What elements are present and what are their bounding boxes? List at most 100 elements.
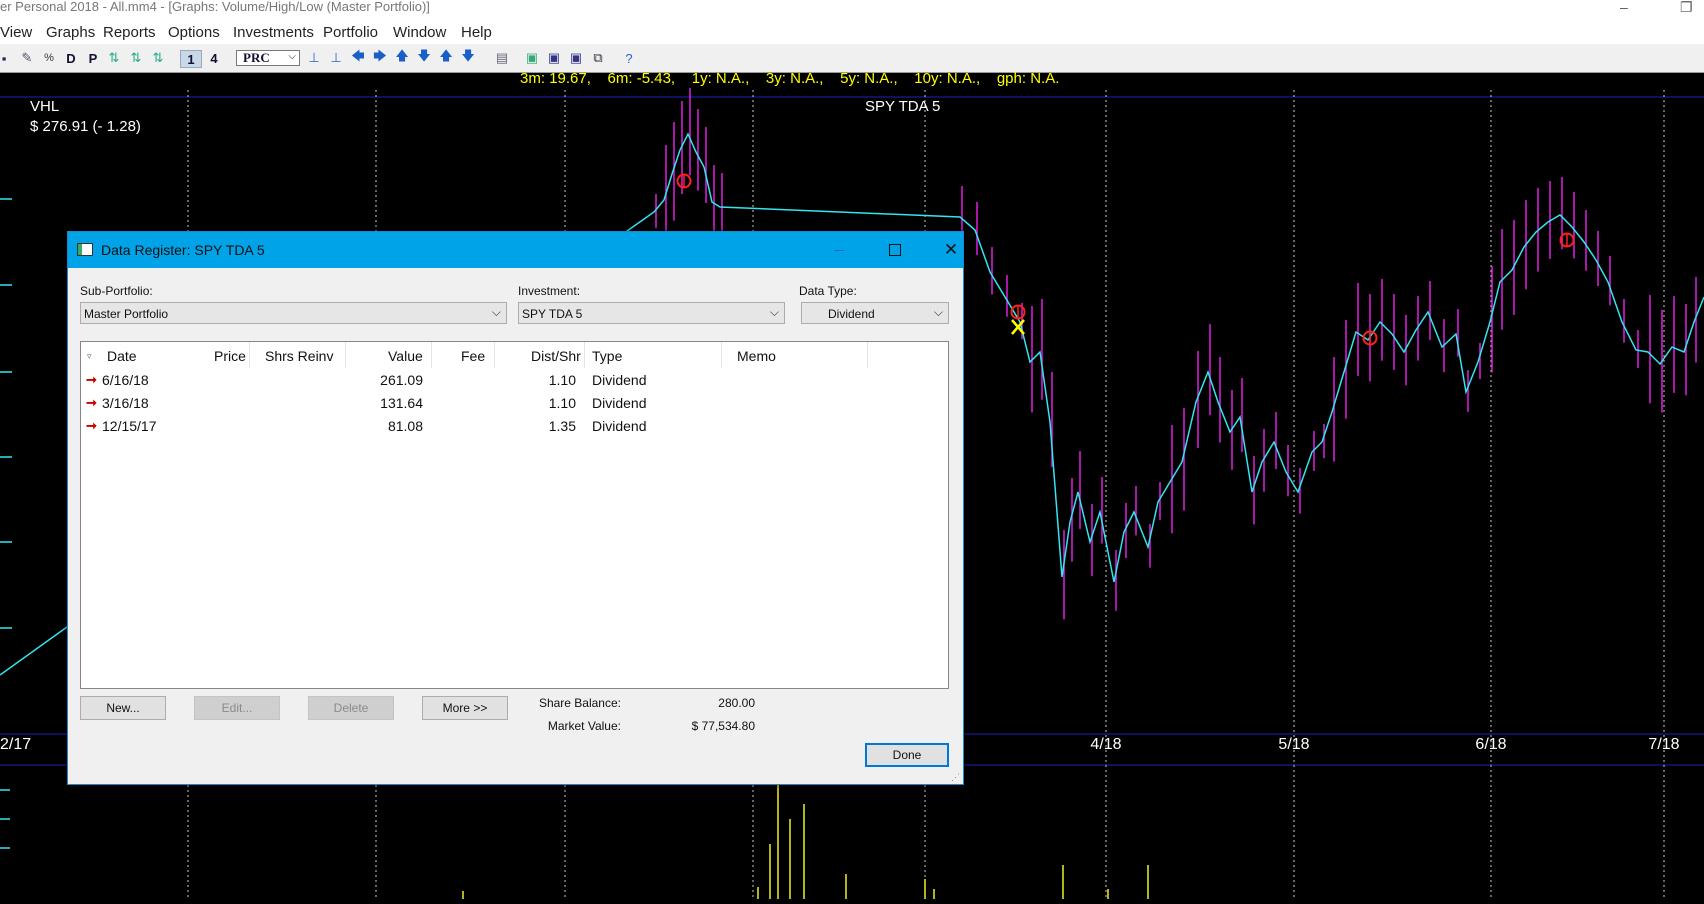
window-icon[interactable]: ▣ <box>546 50 562 66</box>
share-balance-label: Share Balance: <box>538 696 621 710</box>
sub-portfolio-label: Sub-Portfolio: <box>80 284 153 298</box>
chevron-down-icon: ⌵ <box>769 305 779 319</box>
calculator-icon[interactable]: ▤ <box>494 50 510 66</box>
menu-window[interactable]: Window <box>393 24 446 41</box>
menu-portfolio[interactable]: Portfolio <box>323 24 378 41</box>
menu-options[interactable]: Options <box>168 24 220 41</box>
toolbar-1[interactable]: 1 <box>180 50 202 68</box>
prc-combo-value: PRC <box>243 50 270 65</box>
x-axis-label: 4/18 <box>1090 736 1121 753</box>
menu-help[interactable]: Help <box>461 24 492 41</box>
col-type[interactable]: Type <box>592 348 622 364</box>
col-shrs-reinv[interactable]: Shrs Reinv <box>265 348 333 364</box>
delete-button[interactable]: Delete <box>308 696 394 720</box>
price-graph-icon[interactable]: ⇅ <box>106 50 122 66</box>
arrow-right-icon[interactable]: 🡆 <box>372 48 388 66</box>
row-type: Dividend <box>592 395 647 411</box>
row-dist: 1.10 <box>548 395 576 411</box>
arrow-up-icon[interactable]: 🡅 <box>394 48 410 66</box>
prc-combo[interactable]: PRC ⌵ <box>236 50 300 66</box>
app-icon <box>77 243 93 256</box>
copy-icon[interactable]: ⧉ <box>590 50 606 66</box>
arrow-left-icon[interactable]: 🡄 <box>350 48 366 66</box>
row-value: 81.08 <box>387 418 423 434</box>
new-button[interactable]: New... <box>80 696 166 720</box>
toolbar: ▪ ✎ % D P ⇅ ⇅ ⇅ 1 4 PRC ⌵ ⊥ ⊥ 🡄 🡆 🡅 🡇 🡅 … <box>0 44 1704 73</box>
row-type: Dividend <box>592 372 647 388</box>
sub-portfolio-value: Master Portfolio <box>84 307 169 321</box>
maximize-icon[interactable] <box>872 232 918 268</box>
edit-icon[interactable]: ✎ <box>18 50 36 66</box>
row-arrow-icon: ➞ <box>86 372 97 387</box>
menu-view[interactable]: View <box>0 24 32 41</box>
dialog-title: Data Register: SPY TDA 5 <box>101 242 265 258</box>
menu-graphs[interactable]: Graphs <box>46 24 95 41</box>
row-dist: 1.35 <box>548 418 576 434</box>
market-value-value: $ 77,534.80 <box>691 719 755 733</box>
col-date[interactable]: Date <box>107 348 137 364</box>
investment-select[interactable]: SPY TDA 5 ⌵ <box>518 302 785 324</box>
history-graph-icon[interactable]: ⇅ <box>128 50 144 66</box>
toolbar-4[interactable]: 4 <box>206 50 222 66</box>
row-date: 6/16/18 <box>102 372 149 388</box>
chart-price: $ 276.91 (- 1.28) <box>30 118 141 135</box>
chevron-down-icon: ⌵ <box>491 305 501 319</box>
row-date: 12/15/17 <box>102 418 157 434</box>
data-type-select[interactable]: Dividend ⌵ <box>801 302 949 324</box>
axis-scale-icon[interactable]: ⊥ <box>328 50 344 66</box>
row-value: 131.64 <box>380 395 423 411</box>
x-axis-label: 6/18 <box>1475 736 1506 753</box>
investment-value: SPY TDA 5 <box>522 307 583 321</box>
app-title-bar: er Personal 2018 - All.mm4 - [Graphs: Vo… <box>0 0 1704 22</box>
row-dist: 1.10 <box>548 372 576 388</box>
trend-graph-icon[interactable]: ⇅ <box>150 50 166 66</box>
arrow-down-bold-icon[interactable]: 🡇 <box>460 48 476 66</box>
graph-icon[interactable]: ▣ <box>524 50 540 66</box>
more-button[interactable]: More >> <box>422 696 508 720</box>
minimize-icon[interactable] <box>816 232 862 268</box>
col-fee[interactable]: Fee <box>461 348 485 364</box>
chart-title: SPY TDA 5 <box>865 98 941 115</box>
data-type-value: Dividend <box>828 307 875 321</box>
dialog-title-bar[interactable]: Data Register: SPY TDA 5 ✕ <box>68 232 963 268</box>
data-register-dialog: Data Register: SPY TDA 5 ✕ Sub-Portfolio… <box>67 231 964 785</box>
done-button[interactable]: Done <box>865 743 949 767</box>
returns-summary: 3m: 19.67, 6m: -5.43, 1y: N.A., 3y: N.A.… <box>520 70 1060 87</box>
menu-reports[interactable]: Reports <box>103 24 156 41</box>
market-value-label: Market Value: <box>547 719 621 733</box>
arrow-up-bold-icon[interactable]: 🡅 <box>438 48 454 66</box>
investment-label: Investment: <box>518 284 581 298</box>
x-axis-label: 7/18 <box>1648 736 1679 753</box>
row-arrow-icon: ➞ <box>86 418 97 433</box>
close-icon[interactable]: ✕ <box>928 232 974 268</box>
app-title: er Personal 2018 - All.mm4 - [Graphs: Vo… <box>0 0 430 14</box>
sub-portfolio-select[interactable]: Master Portfolio ⌵ <box>80 302 507 324</box>
minimize-icon[interactable]: – <box>1620 0 1628 14</box>
percent-icon[interactable]: % <box>40 50 58 66</box>
row-date: 3/16/18 <box>102 395 149 411</box>
chevron-down-icon: ⌵ <box>933 305 943 319</box>
col-value[interactable]: Value <box>388 348 423 364</box>
chevron-down-icon: ⌵ <box>288 51 296 62</box>
col-dist-shr[interactable]: Dist/Shr <box>531 348 581 364</box>
save-icon[interactable]: ▪ <box>0 50 8 66</box>
menu-investments[interactable]: Investments <box>233 24 314 41</box>
toolbar-d[interactable]: D <box>64 50 78 66</box>
row-type: Dividend <box>592 418 647 434</box>
register-list[interactable]: ▿ Date Price Shrs Reinv Value Fee Dist/S… <box>80 341 949 689</box>
menu-bar: View Graphs Reports Options Investments … <box>0 22 1704 44</box>
toolbar-p[interactable]: P <box>86 50 100 66</box>
resize-grip-icon[interactable]: ⋰ <box>951 772 961 782</box>
volume-bars <box>462 779 1149 899</box>
restore-icon[interactable]: ❐ <box>1680 0 1693 14</box>
col-memo[interactable]: Memo <box>737 348 776 364</box>
edit-button[interactable]: Edit... <box>194 696 280 720</box>
col-price[interactable]: Price <box>214 348 246 364</box>
window-split-icon[interactable]: ▣ <box>568 50 584 66</box>
row-value: 261.09 <box>380 372 423 388</box>
sort-indicator-icon: ▿ <box>87 351 92 361</box>
arrow-down-icon[interactable]: 🡇 <box>416 48 432 66</box>
help-icon[interactable]: ? <box>622 50 636 66</box>
axis-icon[interactable]: ⊥ <box>306 50 322 66</box>
chart-ticker: VHL <box>30 98 60 115</box>
